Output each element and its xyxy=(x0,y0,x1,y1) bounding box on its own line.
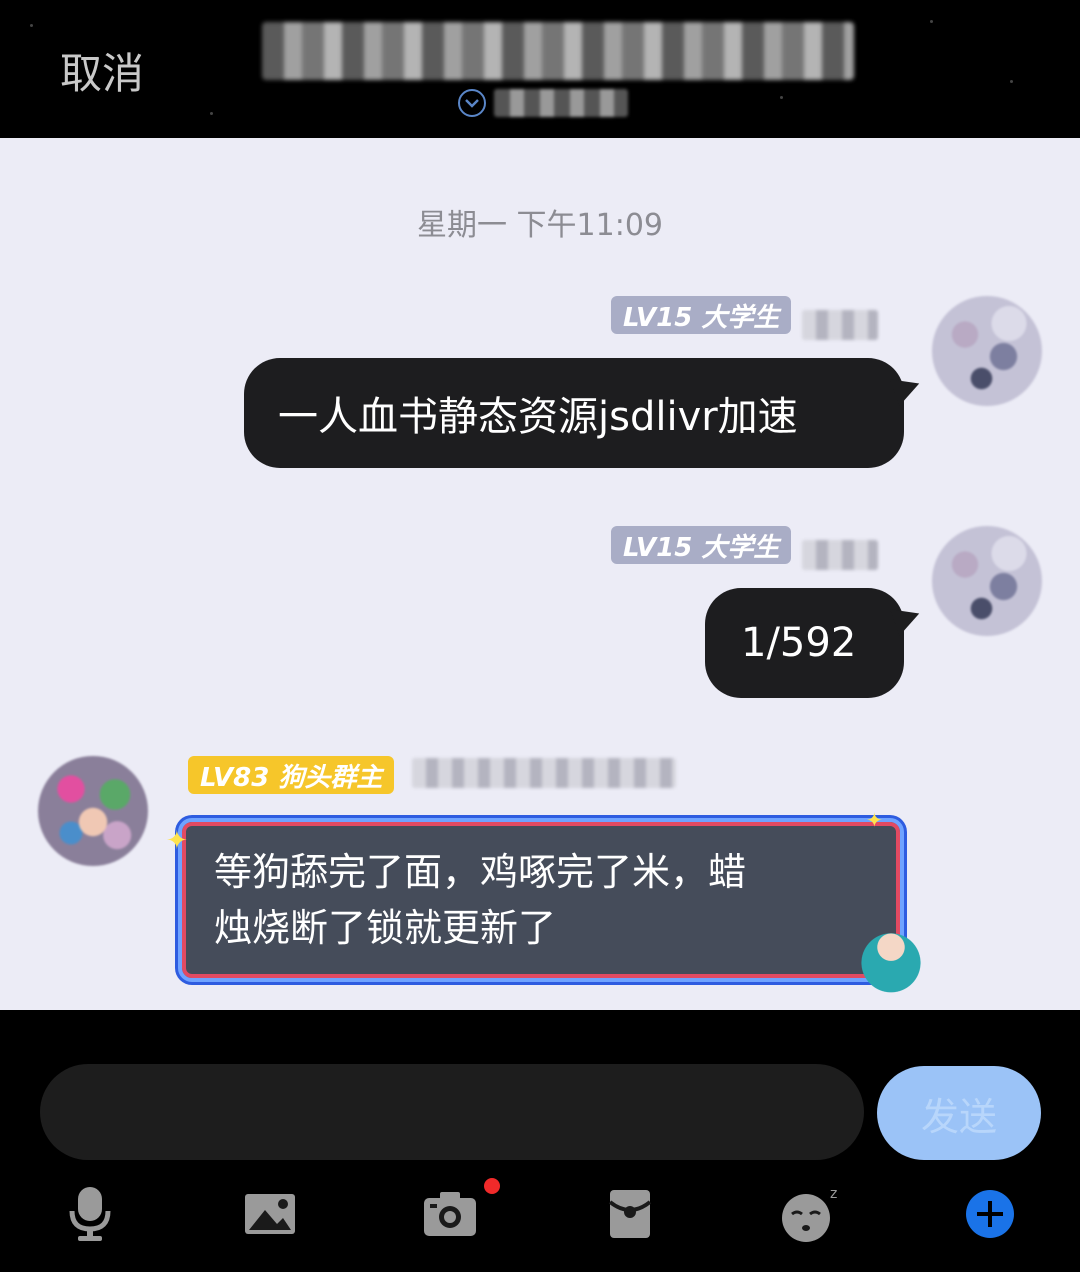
sparkle-icon: ✦ xyxy=(866,808,883,832)
message-text: 一人血书静态资源jsdlivr加速 xyxy=(278,394,798,440)
send-button[interactable]: 发送 xyxy=(877,1066,1041,1160)
chat-area[interactable]: 星期一 下午11:09 LV15 大学生 一人血书静态资源jsdlivr加速 L… xyxy=(0,138,1080,1010)
notification-dot xyxy=(484,1178,500,1194)
message-text-line: 等狗舔完了面，鸡啄完了米，蜡 xyxy=(214,850,747,894)
mascot-sticker-icon xyxy=(852,916,930,994)
star-decoration xyxy=(780,96,783,99)
message-input[interactable] xyxy=(40,1064,864,1160)
message-bubble[interactable]: 1/592 xyxy=(705,588,925,698)
username-redacted xyxy=(412,758,676,788)
bubble-tail xyxy=(889,600,925,636)
red-packet-icon[interactable] xyxy=(598,1182,662,1246)
microphone-icon[interactable] xyxy=(58,1182,122,1246)
header-bar: 取消 xyxy=(0,0,1080,138)
plus-icon[interactable] xyxy=(958,1182,1022,1246)
cancel-button[interactable]: 取消 xyxy=(60,40,144,101)
star-decoration xyxy=(30,24,33,27)
image-icon[interactable] xyxy=(238,1182,302,1246)
avatar[interactable] xyxy=(932,296,1042,406)
level-badge: LV15 大学生 xyxy=(611,526,792,564)
message-timestamp: 星期一 下午11:09 xyxy=(417,208,663,243)
level-badge: LV83 狗头群主 xyxy=(188,756,395,794)
sparkle-icon: ✦ xyxy=(166,826,188,856)
camera-icon[interactable] xyxy=(418,1182,482,1246)
svg-text:z: z xyxy=(830,1186,837,1202)
message-text: 等狗舔完了面，鸡啄完了米，蜡 烛烧断了锁就更新了 xyxy=(214,844,874,956)
bubble-tail xyxy=(889,370,925,406)
avatar[interactable] xyxy=(932,526,1042,636)
message-bubble[interactable]: 一人血书静态资源jsdlivr加速 xyxy=(244,358,925,468)
star-decoration xyxy=(1010,80,1013,83)
message-text: 1/592 xyxy=(741,620,857,666)
chevron-down-icon[interactable] xyxy=(458,89,486,117)
chat-title-redacted[interactable] xyxy=(262,22,854,80)
username-redacted xyxy=(802,540,878,570)
subtitle-redacted xyxy=(494,89,628,117)
chat-subtitle[interactable] xyxy=(458,88,628,118)
composer-bar: 发送 z xyxy=(0,1010,1080,1272)
emoji-sleepy-icon[interactable]: z xyxy=(778,1182,842,1246)
username-redacted xyxy=(802,310,878,340)
level-badge: LV15 大学生 xyxy=(611,296,792,334)
star-decoration xyxy=(930,20,933,23)
message-bubble[interactable]: 等狗舔完了面，鸡啄完了米，蜡 烛烧断了锁就更新了 xyxy=(178,818,904,982)
star-decoration xyxy=(210,112,213,115)
avatar[interactable] xyxy=(38,756,148,866)
message-text-line: 烛烧断了锁就更新了 xyxy=(214,906,557,950)
